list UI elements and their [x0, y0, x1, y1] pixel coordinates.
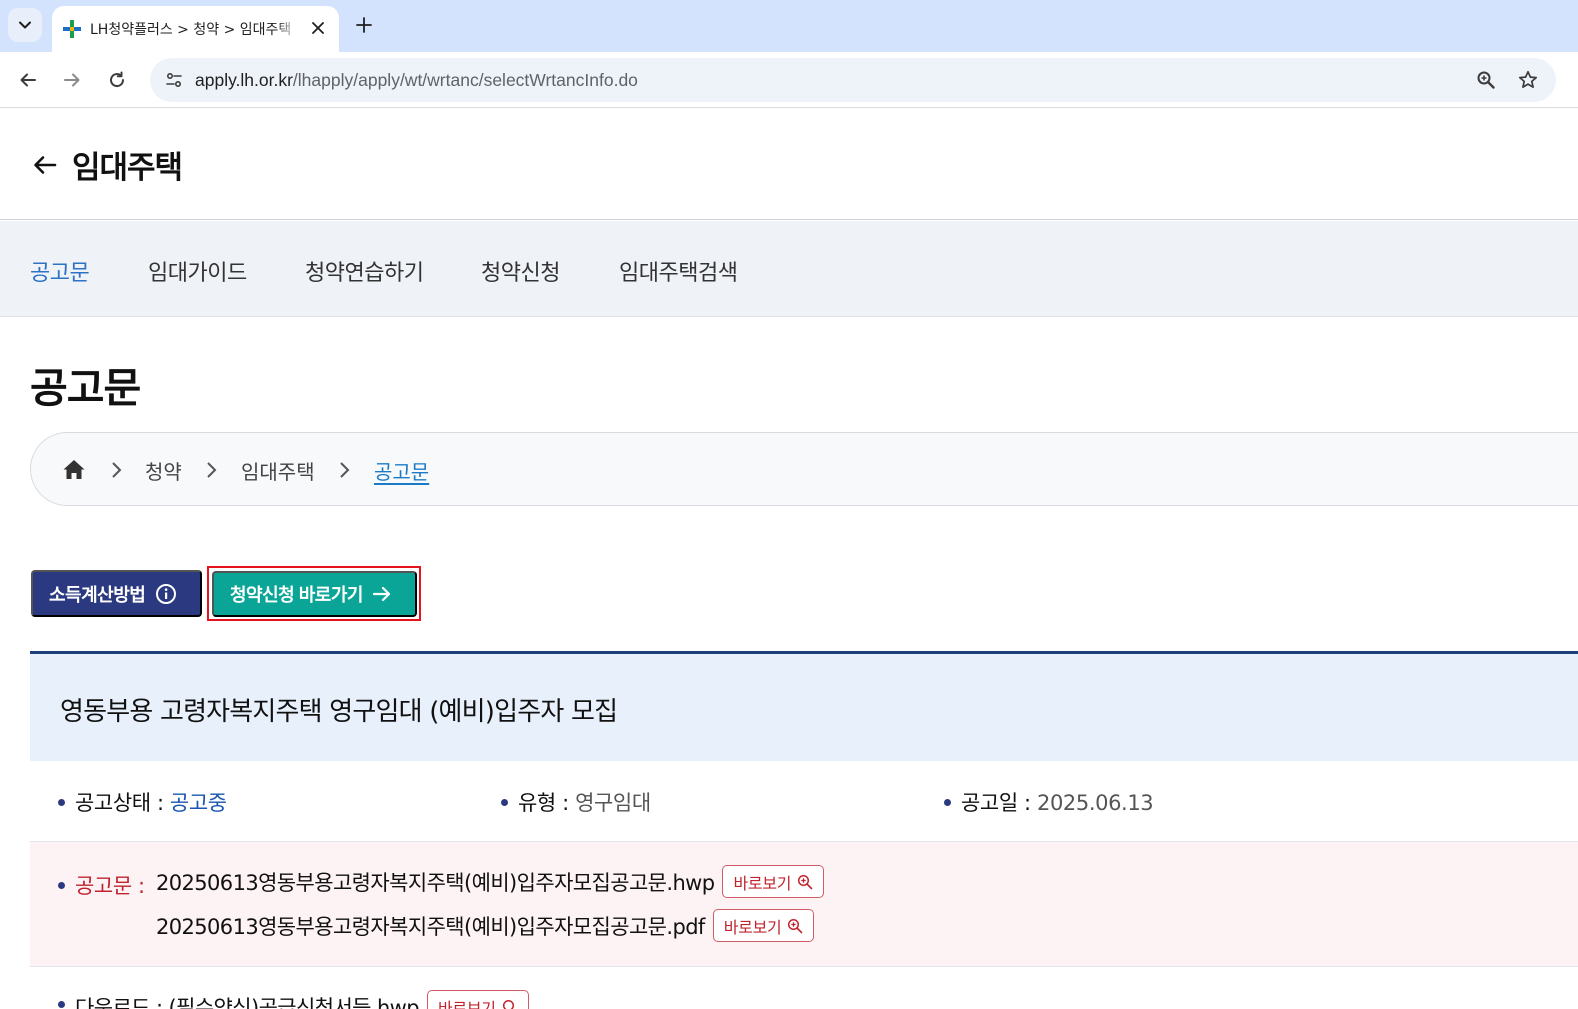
notice-files: 공고문 : 20250613영동부용고령자복지주택(예비)입주자모집공고문.hw…	[30, 842, 1578, 967]
chevron-right-icon	[207, 462, 217, 478]
bullet-dot	[58, 1001, 65, 1008]
bullet-dot	[58, 798, 65, 806]
browser-tab-active[interactable]: LH청약플러스 > 청약 > 임대주택	[52, 6, 339, 52]
browser-toolbar: apply.lh.or.kr/lhapply/apply/wt/wrtanc/s…	[0, 52, 1578, 108]
close-tab-icon[interactable]	[307, 17, 329, 39]
apply-shortcut-highlight: 청약신청 바로가기	[207, 566, 421, 621]
apply-shortcut-label: 청약신청 바로가기	[230, 585, 363, 605]
subnav-tab-notice[interactable]: 공고문	[30, 255, 90, 287]
forward-nav-button[interactable]	[56, 64, 88, 96]
view-file-button[interactable]: 바로보기	[712, 909, 815, 942]
notice-header: 영동부용 고령자복지주택 영구임대 (예비)입주자 모집	[30, 651, 1578, 761]
breadcrumb-item-current[interactable]: 공고문	[374, 456, 429, 485]
zoom-icon[interactable]	[1472, 66, 1500, 94]
breadcrumb: 청약 임대주택 공고문	[30, 432, 1578, 506]
files-label-text: 공고문 :	[75, 874, 145, 898]
notice-status: 공고상태 : 공고중	[58, 787, 227, 817]
arrow-right-icon	[64, 73, 80, 87]
url-text: apply.lh.or.kr/lhapply/apply/wt/wrtanc/s…	[195, 70, 638, 91]
subnav-tab-rental-guide[interactable]: 임대가이드	[148, 255, 247, 287]
chevron-right-icon	[112, 462, 122, 478]
files-label: 공고문 :	[58, 870, 145, 900]
income-calc-button[interactable]: 소득계산방법	[31, 570, 202, 617]
site-info-icon[interactable]	[158, 64, 190, 96]
zoom-in-icon	[798, 874, 813, 889]
subnav-tab-practice[interactable]: 청약연습하기	[305, 255, 424, 287]
browser-tabstrip: LH청약플러스 > 청약 > 임대주택	[0, 0, 1578, 52]
date-value: 2025.06.13	[1037, 791, 1154, 815]
status-label: 공고상태 :	[75, 791, 164, 815]
new-tab-button[interactable]	[350, 11, 378, 39]
notice-download-row: 다운로드 : (필수양식)공급신청서등.hwp 바로보기	[30, 968, 1578, 1009]
notice-date: 공고일 : 2025.06.13	[944, 787, 1154, 817]
page-title: 공고문	[30, 364, 141, 412]
income-calc-label: 소득계산방법	[49, 584, 146, 605]
apply-shortcut-button[interactable]: 청약신청 바로가기	[212, 571, 417, 617]
bullet-dot	[944, 798, 951, 806]
home-icon[interactable]	[61, 457, 87, 483]
info-icon	[156, 583, 177, 604]
file-name: 20250613영동부용고령자복지주택(예비)입주자모집공고문.pdf	[156, 914, 705, 939]
notice-info-row: 공고상태 : 공고중 유형 : 영구임대 공고일 : 2025.06.13	[30, 761, 1578, 842]
reload-icon	[110, 71, 125, 88]
back-nav-button[interactable]	[12, 64, 44, 96]
address-bar[interactable]: apply.lh.or.kr/lhapply/apply/wt/wrtanc/s…	[150, 58, 1556, 102]
plus-icon	[356, 17, 372, 33]
page-header: 임대주택	[0, 108, 1578, 220]
date-label: 공고일 :	[961, 791, 1031, 815]
bullet-dot	[58, 881, 65, 889]
breadcrumb-item-rental[interactable]: 임대주택	[241, 456, 315, 485]
file-name: 20250613영동부용고령자복지주택(예비)입주자모집공고문.hwp	[156, 870, 715, 895]
bookmark-star-icon[interactable]	[1514, 66, 1542, 94]
tab-search-button[interactable]	[8, 8, 42, 42]
url-path: /lhapply/apply/wt/wrtanc/selectWrtancInf…	[292, 70, 638, 90]
view-file-label: 바로보기	[733, 873, 792, 893]
download-item: 다운로드 : (필수양식)공급신청서등.hwp 바로보기	[58, 990, 529, 1009]
arrow-left-icon	[34, 156, 57, 174]
view-file-button[interactable]: 바로보기	[722, 865, 825, 898]
bullet-dot	[501, 798, 508, 806]
notice-title: 영동부용 고령자복지주택 영구임대 (예비)입주자 모집	[60, 697, 618, 727]
url-host: apply.lh.or.kr	[195, 70, 293, 90]
subnav-tab-apply[interactable]: 청약신청	[481, 255, 560, 287]
file-item: 20250613영동부용고령자복지주택(예비)입주자모집공고문.pdf 바로보기	[156, 909, 815, 942]
zoom-in-icon	[788, 918, 803, 933]
view-file-label: 바로보기	[723, 917, 782, 937]
type-label: 유형 :	[518, 791, 569, 815]
arrow-left-icon	[20, 73, 36, 87]
view-file-button[interactable]: 바로보기	[426, 990, 529, 1009]
sub-navigation: 공고문 임대가이드 청약연습하기 청약신청 임대주택검색	[0, 221, 1578, 317]
breadcrumb-item-apply[interactable]: 청약	[145, 456, 182, 485]
status-value: 공고중	[169, 791, 227, 815]
chevron-down-icon	[19, 21, 31, 29]
chevron-right-icon	[340, 462, 350, 478]
lh-favicon-icon	[63, 20, 81, 38]
tab-title: LH청약플러스 > 청약 > 임대주택	[90, 22, 292, 38]
zoom-in-icon	[502, 999, 514, 1009]
subnav-tab-search[interactable]: 임대주택검색	[619, 255, 738, 287]
download-text: 다운로드 : (필수양식)공급신청서등.hwp	[75, 995, 420, 1009]
view-file-label: 바로보기	[437, 998, 496, 1009]
file-item: 20250613영동부용고령자복지주택(예비)입주자모집공고문.hwp 바로보기	[156, 865, 825, 898]
page-header-title: 임대주택	[72, 150, 183, 186]
page-back-button[interactable]	[30, 150, 60, 180]
notice-type: 유형 : 영구임대	[501, 787, 651, 817]
reload-button[interactable]	[101, 64, 133, 96]
arrow-right-icon	[372, 586, 391, 602]
type-value: 영구임대	[575, 791, 651, 815]
